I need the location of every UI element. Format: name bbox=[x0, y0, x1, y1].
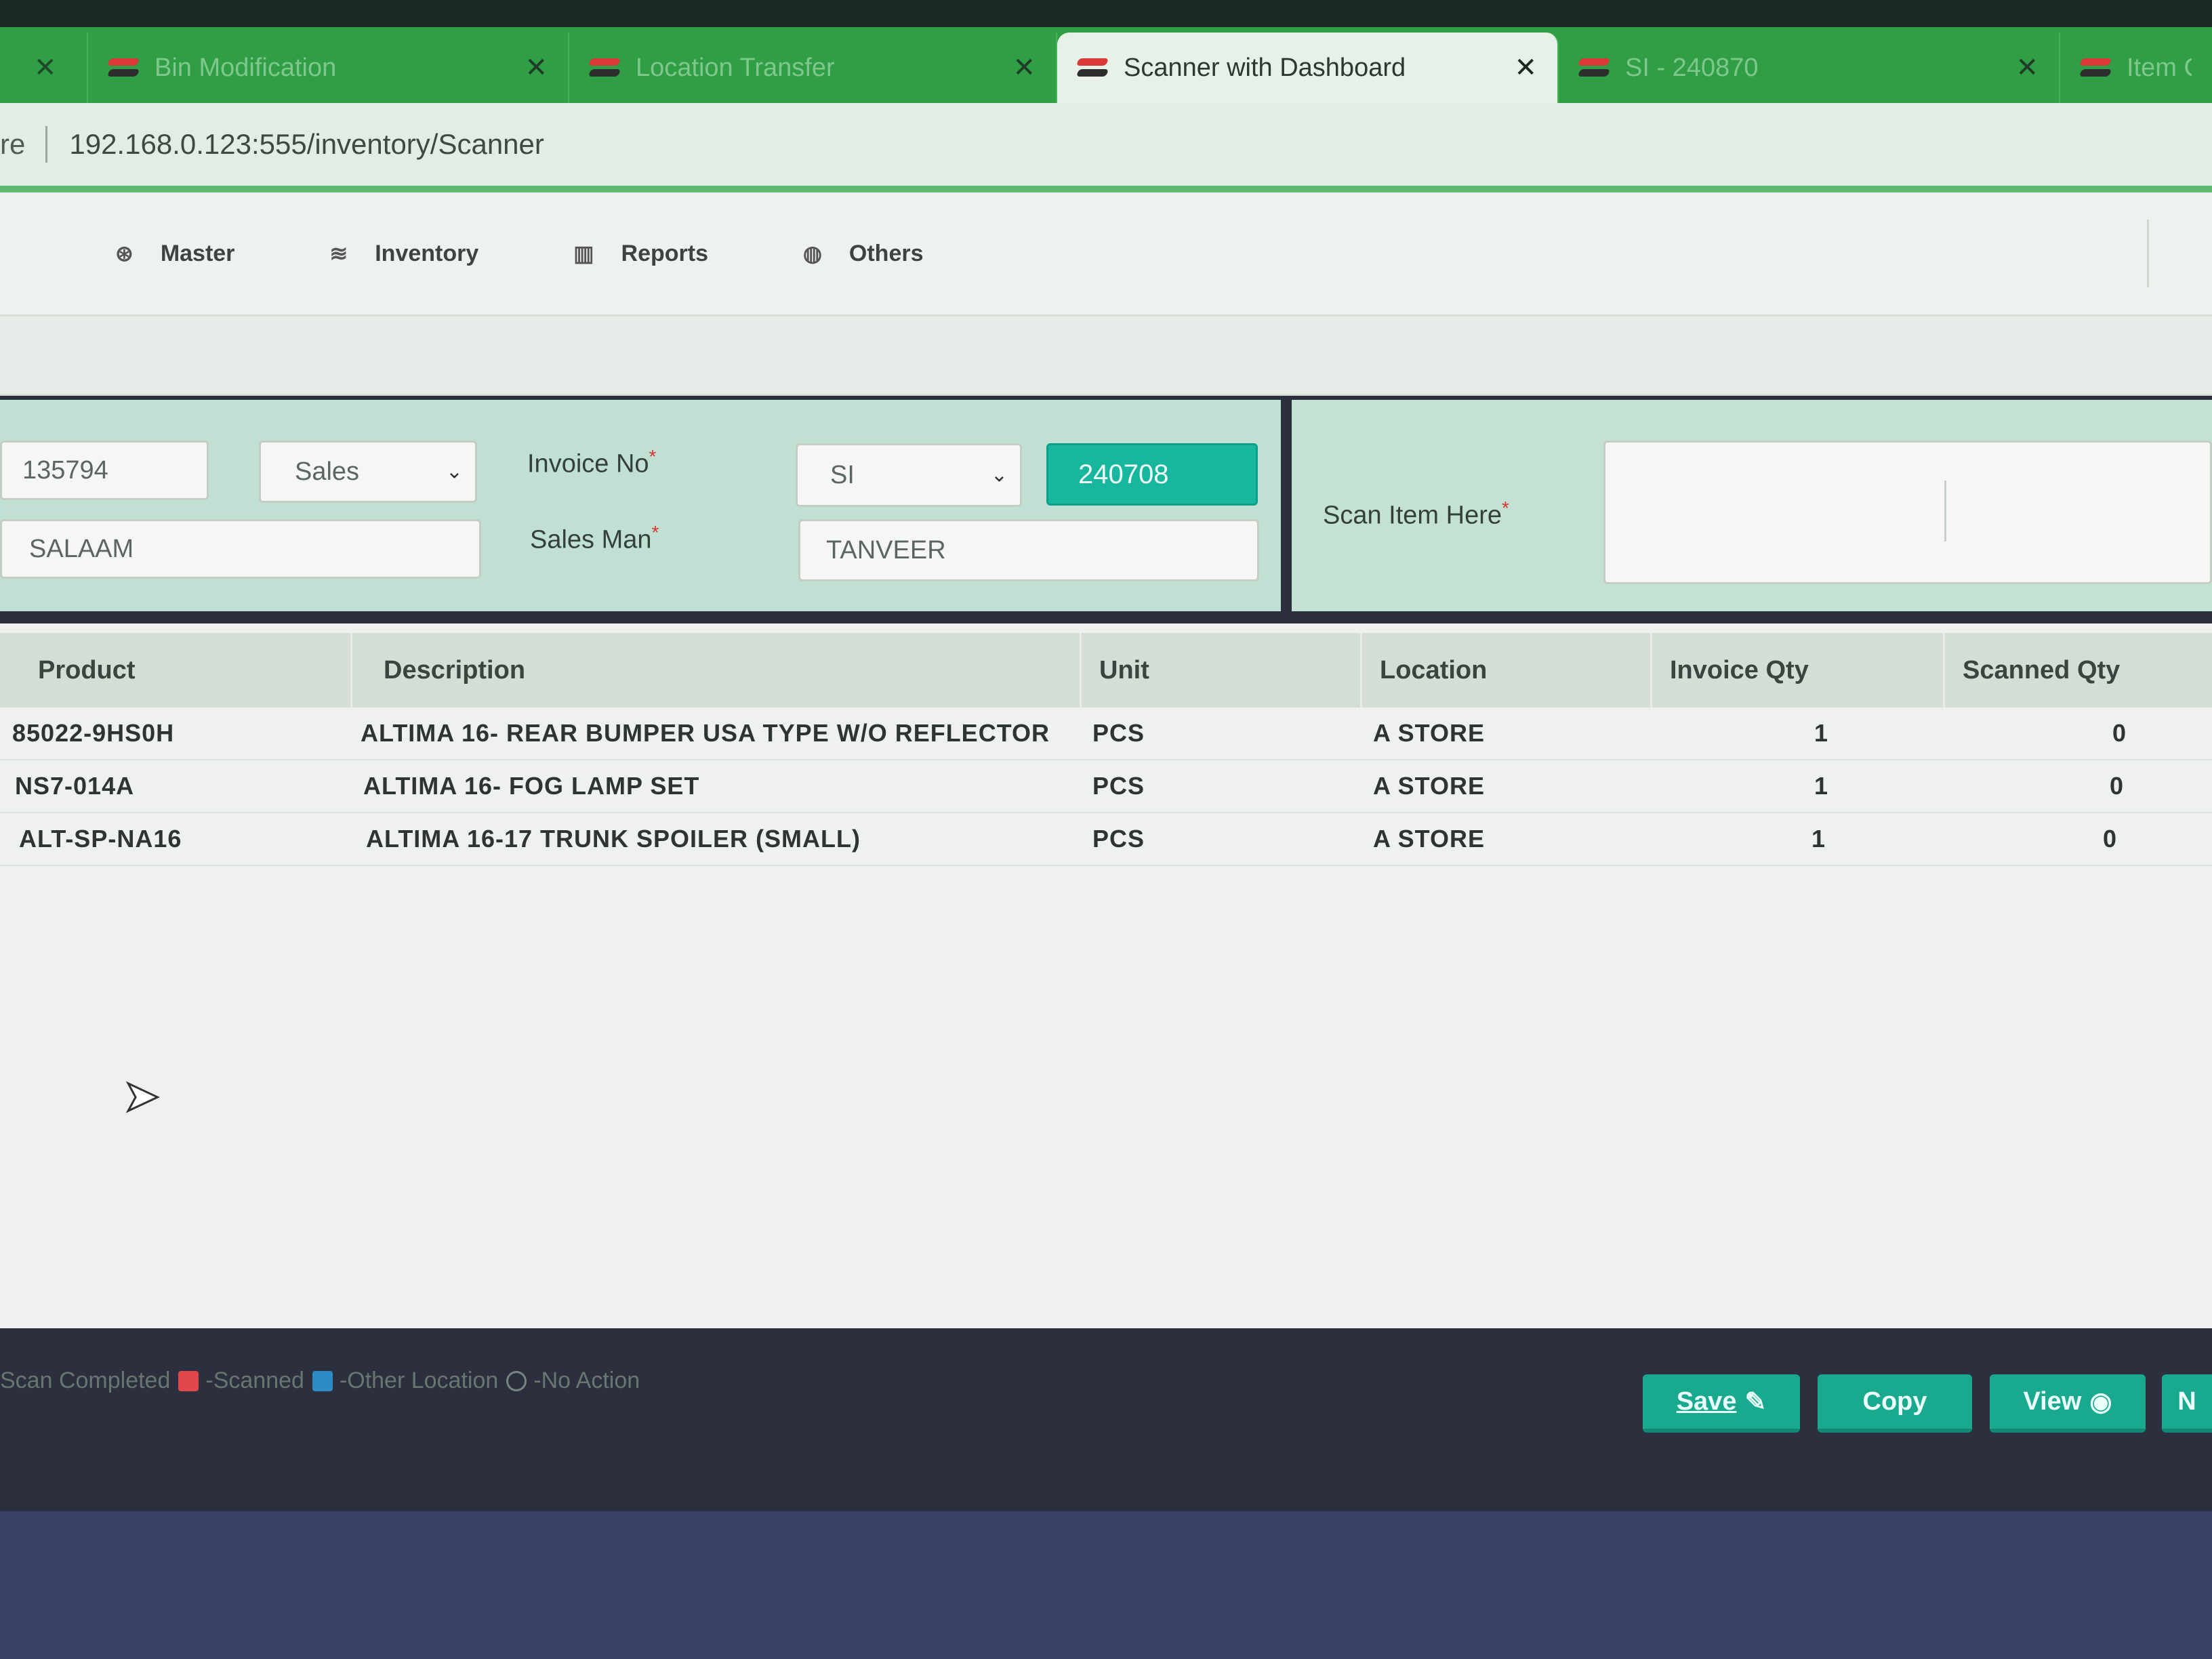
cell-location: A STORE bbox=[1373, 772, 1486, 800]
sales-man-label: Sales Man* bbox=[530, 522, 659, 554]
items-table: Product Description Unit Location Invoic… bbox=[0, 623, 2212, 1328]
cell-unit: PCS bbox=[1092, 825, 1145, 853]
cell-unit: PCS bbox=[1092, 772, 1145, 800]
cell-invoice-qty: 1 bbox=[1814, 719, 1828, 747]
cell-description: ALTIMA 16- REAR BUMPER USA TYPE W/O REFL… bbox=[361, 719, 1050, 747]
scan-status-legend: Scan Completed -Scanned -Other Location … bbox=[0, 1368, 640, 1394]
cell-description: ALTIMA 16-17 TRUNK SPOILER (SMALL) bbox=[366, 825, 861, 853]
nav-item-label: Reports bbox=[621, 240, 708, 266]
close-icon[interactable]: ✕ bbox=[525, 52, 548, 83]
cell-description: ALTIMA 16- FOG LAMP SET bbox=[363, 772, 700, 800]
globe-icon: ◍ bbox=[802, 241, 822, 266]
nav-item-inventory[interactable]: ≋ Inventory bbox=[329, 241, 478, 267]
table-row[interactable]: ALT-SP-NA16 ALTIMA 16-17 TRUNK SPOILER (… bbox=[0, 813, 2212, 866]
cell-product: ALT-SP-NA16 bbox=[19, 825, 182, 853]
tab-item[interactable]: Item C bbox=[2060, 33, 2212, 103]
customer-name-field[interactable]: SALAAM bbox=[0, 519, 481, 579]
url-text[interactable]: 192.168.0.123:555/inventory/Scanner bbox=[69, 128, 544, 161]
taskbar-area bbox=[0, 1511, 2212, 1659]
sub-toolbar bbox=[0, 314, 2212, 396]
nav-item-master[interactable]: ⊛ Master bbox=[115, 241, 234, 267]
address-bar[interactable]: re 192.168.0.123:555/inventory/Scanner bbox=[0, 103, 2212, 192]
view-button[interactable]: View ◉ bbox=[1990, 1374, 2146, 1433]
cell-invoice-qty: 1 bbox=[1811, 825, 1826, 853]
eye-icon: ◉ bbox=[2089, 1387, 2112, 1416]
mouse-pointer-icon: ➤ bbox=[123, 1071, 161, 1122]
column-header-invoice-qty[interactable]: Invoice Qty bbox=[1652, 633, 1945, 708]
nav-divider bbox=[2147, 220, 2149, 287]
close-icon[interactable]: ✕ bbox=[1514, 52, 1537, 83]
tab-scanner-with-dashboard[interactable]: Scanner with Dashboard ✕ bbox=[1057, 33, 1559, 103]
chevron-down-icon: ⌄ bbox=[990, 464, 1008, 487]
legend-no-action: -No Action bbox=[533, 1368, 640, 1393]
close-icon[interactable]: ✕ bbox=[2015, 52, 2039, 83]
invoice-form: 135794 Sales ⌄ Invoice No* SI ⌄ 240708 S… bbox=[0, 400, 1281, 611]
scan-panel: Scan Item Here* bbox=[1292, 400, 2212, 611]
monitor-bezel bbox=[0, 0, 2212, 27]
cell-unit: PCS bbox=[1092, 719, 1145, 747]
browser-tab-strip: ✕ Bin Modification ✕ Location Transfer ✕… bbox=[0, 27, 2212, 103]
scan-item-input[interactable] bbox=[1603, 441, 2212, 584]
close-icon[interactable]: ✕ bbox=[34, 52, 57, 83]
table-row[interactable]: NS7-014A ALTIMA 16- FOG LAMP SET PCS A S… bbox=[0, 760, 2212, 813]
edit-icon: ✎ bbox=[1744, 1387, 1767, 1416]
cell-product: NS7-014A bbox=[15, 772, 135, 800]
database-icon: ≋ bbox=[329, 241, 348, 266]
legend-other-location: -Other Location bbox=[339, 1368, 499, 1393]
save-button[interactable]: Save ✎ bbox=[1643, 1374, 1800, 1433]
invoice-prefix-select[interactable]: SI ⌄ bbox=[796, 443, 1022, 507]
nav-item-label: Others bbox=[848, 240, 924, 266]
tab-location-transfer[interactable]: Location Transfer ✕ bbox=[569, 33, 1057, 103]
nav-item-label: Master bbox=[160, 240, 235, 266]
cell-scanned-qty: 0 bbox=[2112, 719, 2127, 747]
customer-code-field[interactable]: 135794 bbox=[0, 441, 209, 500]
legend-other-location-swatch bbox=[312, 1370, 333, 1391]
cell-location: A STORE bbox=[1373, 825, 1486, 853]
app-logo-icon bbox=[1579, 56, 1609, 80]
table-header: Product Description Unit Location Invoic… bbox=[0, 633, 2212, 708]
tab-bin-modification[interactable]: Bin Modification ✕ bbox=[88, 33, 569, 103]
legend-scanned-swatch bbox=[178, 1370, 199, 1391]
text-caret bbox=[1944, 480, 1946, 541]
column-header-location[interactable]: Location bbox=[1362, 633, 1652, 708]
next-button[interactable]: N bbox=[2162, 1374, 2212, 1433]
cell-product: 85022-9HS0H bbox=[12, 719, 175, 747]
table-row[interactable]: 85022-9HS0H ALTIMA 16- REAR BUMPER USA T… bbox=[0, 708, 2212, 760]
main-nav: ⊛ Master ≋ Inventory ▥ Reports ◍ Others bbox=[0, 192, 2212, 314]
legend-scan-completed: Scan Completed bbox=[0, 1368, 171, 1393]
nav-item-others[interactable]: ◍ Others bbox=[803, 241, 924, 267]
invoice-number-field[interactable]: 240708 bbox=[1046, 443, 1258, 506]
column-header-unit[interactable]: Unit bbox=[1082, 633, 1362, 708]
column-header-description[interactable]: Description bbox=[352, 633, 1082, 708]
cube-icon: ⊛ bbox=[115, 241, 134, 266]
app-logo-icon bbox=[108, 56, 138, 80]
sales-man-field[interactable]: TANVEER bbox=[798, 519, 1259, 581]
cell-scanned-qty: 0 bbox=[2109, 772, 2124, 800]
legend-scanned: -Scanned bbox=[205, 1368, 304, 1393]
legend-no-action-swatch bbox=[506, 1370, 527, 1391]
app-logo-icon bbox=[1078, 56, 1107, 80]
tab-partial-left[interactable]: ✕ bbox=[0, 33, 88, 103]
invoice-no-label: Invoice No* bbox=[527, 446, 657, 478]
address-separator bbox=[45, 126, 48, 163]
app-logo-icon bbox=[2081, 56, 2110, 80]
cell-location: A STORE bbox=[1373, 719, 1486, 747]
close-icon[interactable]: ✕ bbox=[1012, 52, 1036, 83]
scan-item-label: Scan Item Here* bbox=[1323, 497, 1509, 530]
copy-button[interactable]: Copy bbox=[1818, 1374, 1972, 1433]
column-header-scanned-qty[interactable]: Scanned Qty bbox=[1945, 633, 2212, 708]
tab-si-240870[interactable]: SI - 240870 ✕ bbox=[1559, 33, 2060, 103]
nav-item-reports[interactable]: ▥ Reports bbox=[573, 241, 708, 267]
cell-invoice-qty: 1 bbox=[1814, 772, 1828, 800]
bar-chart-icon: ▥ bbox=[573, 241, 594, 266]
app-logo-icon bbox=[590, 56, 619, 80]
nav-item-label: Inventory bbox=[375, 240, 479, 266]
cell-scanned-qty: 0 bbox=[2102, 825, 2117, 853]
site-info[interactable]: re bbox=[0, 128, 25, 161]
column-header-product[interactable]: Product bbox=[0, 633, 352, 708]
type-select[interactable]: Sales ⌄ bbox=[259, 441, 477, 503]
chevron-down-icon: ⌄ bbox=[445, 460, 463, 483]
